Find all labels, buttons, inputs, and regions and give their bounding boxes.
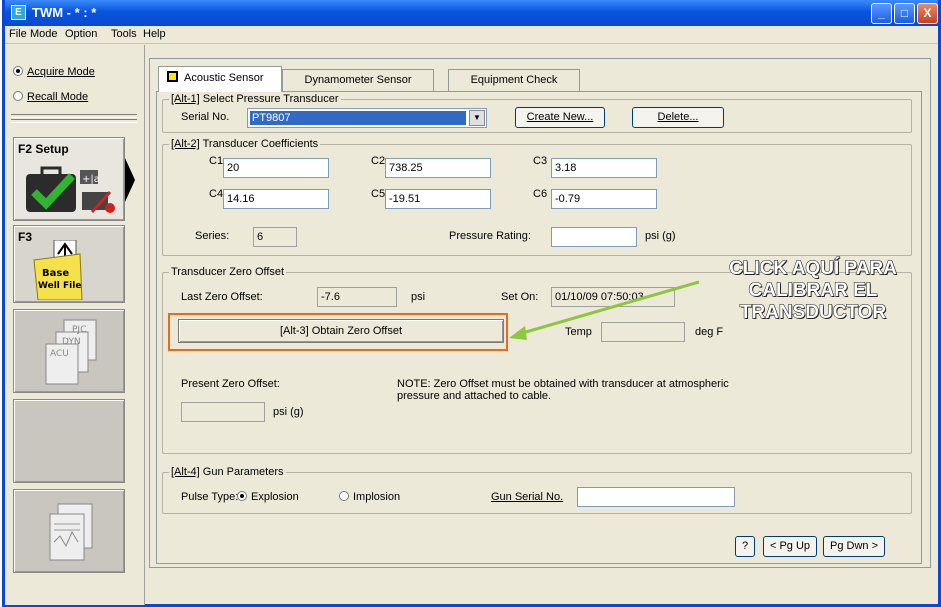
tab-equipment-check[interactable]: Equipment Check <box>448 69 580 91</box>
sidebar-divider <box>11 119 137 123</box>
callout-line-3: TRANSDUCTOR <box>739 302 887 324</box>
c3-label: C3 <box>533 155 548 167</box>
coefficients-legend: [Alt-2] Transducer Coefficients <box>171 138 319 150</box>
folder-pumpjack-icon: Base Well File <box>33 240 83 300</box>
gun-parameters-group: [Alt-4] Gun Parameters <box>162 466 912 514</box>
empty-nav-button[interactable] <box>13 399 125 483</box>
series-field: 6 <box>253 227 297 247</box>
c4-input[interactable]: 14.16 <box>223 189 329 209</box>
menu-tools[interactable]: Tools <box>111 28 137 40</box>
serial-no-label: Serial No. <box>181 111 230 123</box>
f2-setup-button[interactable]: F2 Setup +|a <box>13 137 125 221</box>
pressure-rating-input[interactable] <box>551 227 637 247</box>
last-zero-offset-field: -7.6 <box>317 287 397 307</box>
menu-option[interactable]: Option <box>65 28 97 40</box>
menu-bar: File Mode Option Tools Help <box>5 26 938 44</box>
zero-offset-legend: Transducer Zero Offset <box>171 266 285 278</box>
callout-line-1: CLICK AQUÍ PARA <box>729 258 898 280</box>
app-window: E TWM - * : * _ □ X File Mode Option Too… <box>2 0 941 607</box>
radio-icon <box>339 491 349 501</box>
callout-line-2: CALIBRAR EL <box>748 280 878 302</box>
sidebar-divider <box>11 114 137 118</box>
gun-serial-input[interactable] <box>577 487 735 507</box>
app-icon: E <box>11 5 26 20</box>
callout-arrow-icon <box>509 280 700 340</box>
pressure-rating-label: Pressure Rating: <box>449 230 531 242</box>
c3-input[interactable]: 3.18 <box>551 158 657 178</box>
pulse-type-label: Pulse Type: <box>181 491 239 503</box>
radio-icon <box>13 91 23 101</box>
documents-stack-icon: PJC DYN ACU <box>45 319 97 385</box>
last-zero-offset-unit: psi <box>411 291 426 303</box>
setup-toolbox-icon: +|a <box>26 166 115 214</box>
present-zero-offset-unit: psi (g) <box>273 406 304 418</box>
tab-dynamometer-sensor[interactable]: Dynamometer Sensor <box>282 69 434 91</box>
selected-arrow-icon <box>125 158 135 202</box>
pressure-transducer-legend: [Alt-1] Select Pressure Transducer <box>171 93 339 105</box>
f3-base-well-file-button[interactable]: F3 Base Well File <box>13 225 125 303</box>
create-new-button[interactable]: Create New... <box>515 107 605 128</box>
c5-input[interactable]: -19.51 <box>385 189 491 209</box>
acquire-mode-radio[interactable]: Acquire Mode <box>13 66 95 78</box>
report-chart-icon <box>49 503 93 561</box>
implosion-radio[interactable]: Implosion <box>339 491 400 503</box>
sidebar: Acquire Mode Recall Mode F2 Setup +|a F3 <box>5 45 145 605</box>
active-tab-indicator-icon <box>167 71 178 82</box>
acu-label: ACU <box>50 349 69 359</box>
explosion-radio[interactable]: Explosion <box>237 491 299 503</box>
title-bar: E TWM - * : * _ □ X <box>5 0 938 26</box>
callout-text: CLICK AQUÍ PARA CALIBRAR EL TRANSDUCTOR <box>693 258 933 324</box>
present-zero-offset-field <box>181 402 265 422</box>
series-label: Series: <box>195 230 230 242</box>
pjc-dyn-acu-button[interactable]: PJC DYN ACU <box>13 309 125 393</box>
tab-acoustic-sensor[interactable]: Acoustic Sensor <box>158 66 282 92</box>
page-up-button[interactable]: < Pg Up <box>763 536 817 557</box>
c6-label: C6 <box>533 188 548 200</box>
maximize-button[interactable]: □ <box>894 3 915 24</box>
pjc-label: PJC <box>72 325 86 335</box>
c6-input[interactable]: -0.79 <box>551 189 657 209</box>
c5-label: C5 <box>371 188 386 200</box>
help-button[interactable]: ? <box>735 536 755 557</box>
recall-mode-radio[interactable]: Recall Mode <box>13 91 88 103</box>
menu-mode[interactable]: Mode <box>30 28 58 40</box>
serial-no-value: PT9807 <box>250 111 466 125</box>
dropdown-arrow-icon[interactable]: ▼ <box>469 110 485 126</box>
page-down-button[interactable]: Pg Dwn > <box>823 536 885 557</box>
c2-label: C2 <box>371 155 386 167</box>
menu-file[interactable]: File <box>9 28 27 40</box>
gun-serial-label: Gun Serial No. <box>491 491 564 503</box>
last-zero-offset-label: Last Zero Offset: <box>181 291 263 303</box>
serial-no-select[interactable]: PT9807 ▼ <box>247 108 487 128</box>
menu-help[interactable]: Help <box>143 28 166 40</box>
c1-label: C1 <box>209 155 224 167</box>
highlight-box <box>168 313 508 351</box>
radio-selected-icon <box>13 66 23 76</box>
c2-input[interactable]: 738.25 <box>385 158 491 178</box>
radio-selected-icon <box>237 491 247 501</box>
svg-text:+|a: +|a <box>82 174 100 185</box>
delete-button[interactable]: Delete... <box>632 107 724 128</box>
dyn-label: DYN <box>62 337 81 347</box>
gun-parameters-legend: [Alt-4] Gun Parameters <box>171 466 284 478</box>
c1-input[interactable]: 20 <box>223 158 329 178</box>
report-nav-button[interactable] <box>13 489 125 573</box>
well-file-label: Well File <box>38 281 81 291</box>
base-label: Base <box>42 268 69 279</box>
pressure-rating-unit: psi (g) <box>645 230 676 242</box>
zero-offset-note: NOTE: Zero Offset must be obtained with … <box>397 378 729 402</box>
c4-label: C4 <box>209 188 224 200</box>
present-zero-offset-label: Present Zero Offset: <box>181 378 280 390</box>
close-button[interactable]: X <box>917 3 938 24</box>
window-title: TWM - * : * <box>32 5 97 20</box>
minimize-button[interactable]: _ <box>871 3 892 24</box>
